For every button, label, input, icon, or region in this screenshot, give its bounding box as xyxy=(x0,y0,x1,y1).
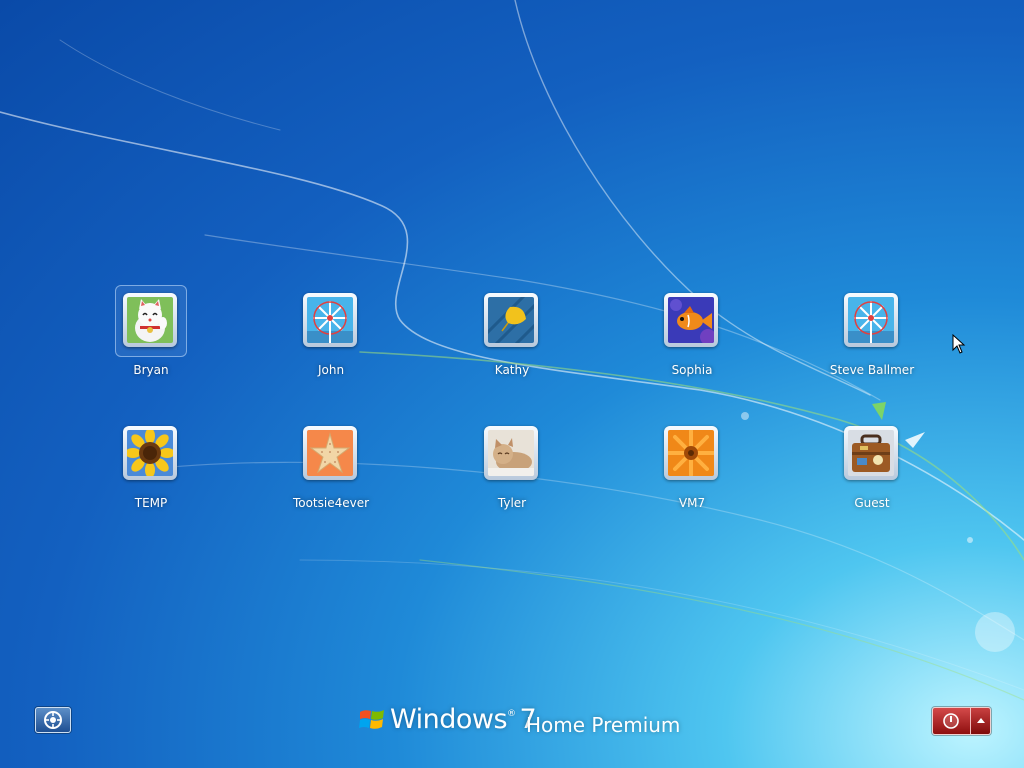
user-tile-bryan[interactable]: Bryan xyxy=(91,285,211,387)
user-name: Steve Ballmer xyxy=(829,363,915,377)
user-tile-guest[interactable]: Guest xyxy=(812,420,932,520)
sunflower-picture xyxy=(127,430,173,476)
user-tile-tyler[interactable]: Tyler xyxy=(452,420,572,520)
user-name: TEMP xyxy=(134,496,168,510)
user-tile-temp[interactable]: TEMP xyxy=(91,420,211,520)
fish-picture xyxy=(668,297,714,343)
brand-edition-text: Home Premium xyxy=(526,713,681,737)
user-name: John xyxy=(317,363,345,377)
pinwheel-picture xyxy=(848,297,894,343)
user-name: Kathy xyxy=(494,363,530,377)
shutdown-options-button[interactable] xyxy=(970,708,990,734)
brand-windows-text: Windows xyxy=(390,704,508,735)
user-name: Tyler xyxy=(497,496,527,510)
user-name: Sophia xyxy=(671,363,713,377)
leaf-picture xyxy=(488,297,534,343)
user-tile-sophia[interactable]: Sophia xyxy=(632,287,752,387)
user-picture-frame xyxy=(664,293,718,347)
user-picture-frame xyxy=(664,426,718,480)
arrow-up-icon xyxy=(977,718,985,723)
user-name: Tootsie4ever xyxy=(292,496,370,510)
suitcase-picture xyxy=(848,430,894,476)
user-picture-frame xyxy=(844,426,898,480)
cat-picture xyxy=(127,297,173,343)
user-tile-tootsie4ever[interactable]: Tootsie4ever xyxy=(271,420,391,520)
user-tile-steve-ballmer[interactable]: Steve Ballmer xyxy=(812,287,932,387)
user-tile-kathy[interactable]: Kathy xyxy=(452,287,572,387)
user-picture-frame xyxy=(484,426,538,480)
ease-of-access-icon xyxy=(44,711,62,729)
user-picture-frame xyxy=(844,293,898,347)
user-picture-frame xyxy=(123,426,177,480)
user-name: VM7 xyxy=(678,496,706,510)
ease-of-access-button[interactable] xyxy=(35,707,71,733)
user-picture-frame xyxy=(303,426,357,480)
user-picture-frame xyxy=(123,293,177,347)
user-tile-john[interactable]: John xyxy=(271,287,391,387)
user-tile-vm7[interactable]: VM7 xyxy=(632,420,752,520)
user-picture-frame xyxy=(484,293,538,347)
starfish-picture xyxy=(307,430,353,476)
windows-logo-icon xyxy=(359,710,384,729)
kitten-picture xyxy=(488,430,534,476)
pinwheel-picture xyxy=(307,297,353,343)
gerbera-picture xyxy=(668,430,714,476)
shutdown-button[interactable] xyxy=(933,708,970,734)
user-name: Guest xyxy=(854,496,890,510)
mouse-cursor xyxy=(952,334,966,354)
user-name: Bryan xyxy=(133,363,169,377)
shutdown-button-group xyxy=(932,707,991,735)
brand-product: Windows® 7 xyxy=(390,704,537,735)
power-icon xyxy=(943,713,959,729)
user-picture-frame xyxy=(303,293,357,347)
